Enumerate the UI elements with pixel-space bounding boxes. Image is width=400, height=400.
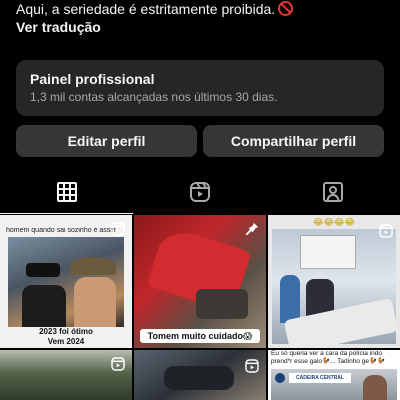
post-top-text: Eu só queria ver a cara da polícia indo …	[271, 350, 386, 365]
profile-tabs	[0, 170, 400, 214]
post-photo	[8, 237, 124, 327]
post-photo: CADEIRA CENTRAL	[271, 369, 397, 400]
bio-text-line: Aqui, a seriedade é estritamente proibid…	[16, 0, 386, 18]
wall-poster-shape	[300, 235, 356, 269]
sunglasses-shape	[26, 263, 60, 277]
professional-dashboard-title: Painel profissional	[30, 71, 155, 87]
grid-icon	[56, 182, 77, 202]
pin-icon	[246, 223, 258, 235]
police-badge-shape	[275, 373, 285, 383]
person-shape	[280, 275, 300, 323]
prohibited-emoji-icon	[278, 1, 294, 16]
post-thumbnail[interactable]: 😂😂😂😂	[268, 215, 400, 348]
share-profile-button[interactable]: Compartilhar perfil	[203, 125, 384, 157]
post-thumbnail[interactable]: Tomem muito cuidado😱	[134, 215, 266, 348]
post-top-text: homem quando sai sozinho é assim	[6, 227, 116, 234]
person-shirt	[22, 285, 66, 327]
post-thumbnail[interactable]: Eu só queria ver a cara da polícia indo …	[268, 350, 400, 400]
reel-indicator-icon	[111, 357, 125, 371]
professional-dashboard[interactable]: Painel profissional 1,3 mil contas alcan…	[16, 60, 384, 116]
tab-posts[interactable]	[0, 170, 134, 214]
post-photo	[272, 229, 399, 348]
professional-dashboard-subtitle: 1,3 mil contas alcançadas nos últimos 30…	[30, 90, 278, 104]
see-translation-link[interactable]: Ver tradução	[16, 18, 386, 36]
edit-profile-button[interactable]: Editar perfil	[16, 125, 197, 157]
person-shape	[363, 375, 387, 400]
post-bottom-text: 2023 foi ótimo Vem 2024	[39, 327, 93, 346]
tab-reels[interactable]	[133, 170, 266, 214]
profile-bio: Aqui, a seriedade é estritamente proibid…	[16, 0, 386, 36]
hat-shape	[70, 257, 116, 275]
post-thumbnail[interactable]	[0, 350, 132, 400]
bench-shape	[283, 297, 399, 348]
post-thumbnail[interactable]: homem quando sai sozinho é assim 2023 fo…	[0, 215, 132, 348]
bio-text: Aqui, a seriedade é estritamente proibid…	[16, 1, 276, 17]
posts-grid: homem quando sai sozinho é assim 2023 fo…	[0, 215, 400, 400]
reel-indicator-icon	[111, 222, 125, 236]
sign-text: CADEIRA CENTRAL	[289, 373, 351, 383]
reel-indicator-icon	[379, 224, 393, 238]
tab-tagged[interactable]	[267, 170, 400, 214]
vehicle-shape	[164, 366, 234, 390]
tagged-icon	[323, 182, 344, 202]
machinery-shape	[196, 289, 248, 319]
post-caption: Tomem muito cuidado😱	[140, 329, 260, 343]
person-body	[74, 277, 116, 327]
reels-icon	[189, 182, 210, 202]
post-thumbnail[interactable]	[134, 350, 266, 400]
reel-indicator-icon	[245, 359, 259, 373]
